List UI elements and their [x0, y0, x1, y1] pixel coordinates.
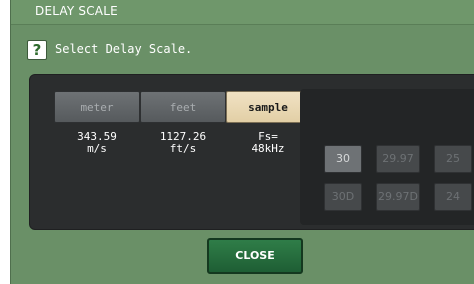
- feet-value-unit: ft/s: [169, 142, 197, 155]
- sample-value: Fs= 48kHz: [226, 131, 310, 155]
- close-button[interactable]: CLOSE: [207, 238, 303, 274]
- feet-value: 1127.26 ft/s: [140, 131, 226, 155]
- question-icon: ?: [27, 40, 47, 60]
- delay-scale-dialog: DELAY SCALE ? Select Delay Scale. meter …: [10, 0, 474, 284]
- meter-value: 343.59 m/s: [54, 131, 140, 155]
- frame-rate-30-button[interactable]: 30: [324, 145, 362, 173]
- frame-rate-25-button[interactable]: 25: [434, 145, 472, 173]
- frame-rate-24-button[interactable]: 24: [434, 183, 472, 211]
- meter-button[interactable]: meter: [54, 91, 140, 123]
- prompt-text: Select Delay Scale.: [55, 42, 193, 56]
- feet-button[interactable]: feet: [140, 91, 226, 123]
- dialog-title: DELAY SCALE: [35, 4, 118, 18]
- frame-rate-30d-button[interactable]: 30D: [324, 183, 362, 211]
- meter-value-unit: m/s: [87, 142, 107, 155]
- scale-panel: meter feet sample ms frame 343.59 m/s 11…: [29, 74, 474, 230]
- sample-button[interactable]: sample: [226, 91, 310, 123]
- frame-rate-29-97d-button[interactable]: 29.97D: [376, 183, 420, 211]
- sample-value-rate: 48kHz: [251, 142, 285, 155]
- frame-rate-29-97-button[interactable]: 29.97: [376, 145, 420, 173]
- dialog-titlebar: DELAY SCALE: [11, 0, 474, 25]
- frame-rate-area: 30 29.97 25 30D 29.97D 24: [300, 89, 474, 225]
